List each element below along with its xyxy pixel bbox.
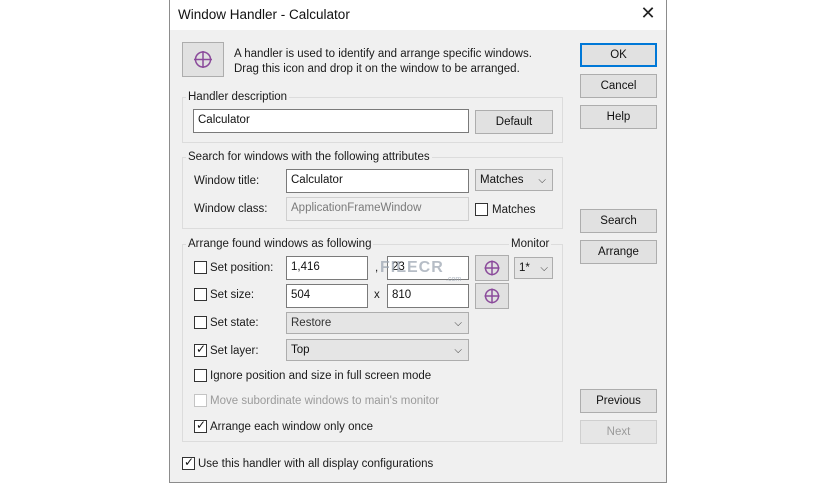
handler-description-label: Handler description [186,91,290,103]
size-height-input[interactable]: 810 [387,284,469,308]
handler-description-input[interactable]: Calculator [193,109,469,133]
set-state-label: Set state: [210,317,259,329]
checkmark-icon: ✓ [196,418,207,432]
layer-select[interactable]: Top ⌵ [286,339,469,361]
window-class-label: Window class: [194,203,268,215]
position-crosshair-button[interactable] [475,255,509,281]
set-position-label: Set position: [210,262,274,274]
search-attributes-label: Search for windows with the following at… [186,151,432,163]
set-position-checkbox[interactable] [194,261,207,274]
monitor-label: Monitor [509,238,552,250]
set-size-label: Set size: [210,289,255,301]
ok-button[interactable]: OK [580,43,657,67]
position-x-input[interactable]: 1,416 [286,256,368,280]
chevron-down-icon: ⌵ [454,345,462,356]
window-title: Window Handler - Calculator [178,7,350,22]
previous-button[interactable]: Previous [580,389,657,413]
title-bar: Window Handler - Calculator ✕ [170,0,666,30]
crosshair-icon [484,288,500,304]
position-separator: , [375,262,379,274]
crosshair-icon [484,260,500,276]
intro-text-line2: Drag this icon and drop it on the window… [234,63,520,75]
set-layer-checkbox[interactable]: ✓ [194,342,207,357]
cancel-button[interactable]: Cancel [580,74,657,98]
size-width-input[interactable]: 504 [286,284,368,308]
checkmark-icon: ✓ [184,455,195,469]
help-button[interactable]: Help [580,105,657,129]
size-separator: x [374,289,380,301]
window-title-input[interactable]: Calculator [286,169,469,193]
move-subordinate-checkbox[interactable] [194,394,207,407]
crosshair-icon [194,51,212,68]
class-matches-label: Matches [492,204,536,216]
chevron-down-icon: ⌵ [538,175,546,186]
watermark-domain: .com [446,276,462,283]
window-title-label: Window title: [194,175,260,187]
window-class-input[interactable]: ApplicationFrameWindow [286,197,469,221]
monitor-select[interactable]: 1* ⌵ [514,257,553,279]
arrange-group-label: Arrange found windows as following [186,238,374,250]
monitor-value: 1* [519,262,530,274]
close-icon[interactable]: ✕ [640,4,656,22]
ignore-fullscreen-checkbox[interactable] [194,369,207,382]
state-select[interactable]: Restore ⌵ [286,312,469,334]
intro-text-line1: A handler is used to identify and arrang… [234,48,532,60]
checkmark-icon: ✓ [196,342,207,356]
size-crosshair-button[interactable] [475,283,509,309]
set-state-checkbox[interactable] [194,316,207,329]
class-matches-checkbox[interactable] [475,203,488,216]
title-match-select[interactable]: Matches ⌵ [475,169,553,191]
all-configs-checkbox[interactable]: ✓ [182,455,195,470]
ignore-fullscreen-label: Ignore position and size in full screen … [210,370,432,382]
chevron-down-icon: ⌵ [540,263,548,274]
arrange-once-label: Arrange each window only once [210,421,374,433]
next-button[interactable]: Next [580,420,657,444]
move-subordinate-label: Move subordinate windows to main's monit… [210,395,440,407]
watermark-logo: FILECR [380,259,444,276]
title-match-value: Matches [480,174,524,186]
window-handler-dialog: Window Handler - Calculator ✕ A handler … [169,0,667,483]
arrange-button[interactable]: Arrange [580,240,657,264]
search-button[interactable]: Search [580,209,657,233]
set-size-checkbox[interactable] [194,288,207,301]
default-button[interactable]: Default [475,110,553,134]
all-configs-label: Use this handler with all display config… [198,458,434,470]
chevron-down-icon: ⌵ [454,318,462,329]
layer-value: Top [291,344,310,356]
set-layer-label: Set layer: [210,345,259,357]
arrange-once-checkbox[interactable]: ✓ [194,418,207,433]
drag-crosshair-button[interactable] [182,42,224,77]
state-value: Restore [291,317,332,329]
